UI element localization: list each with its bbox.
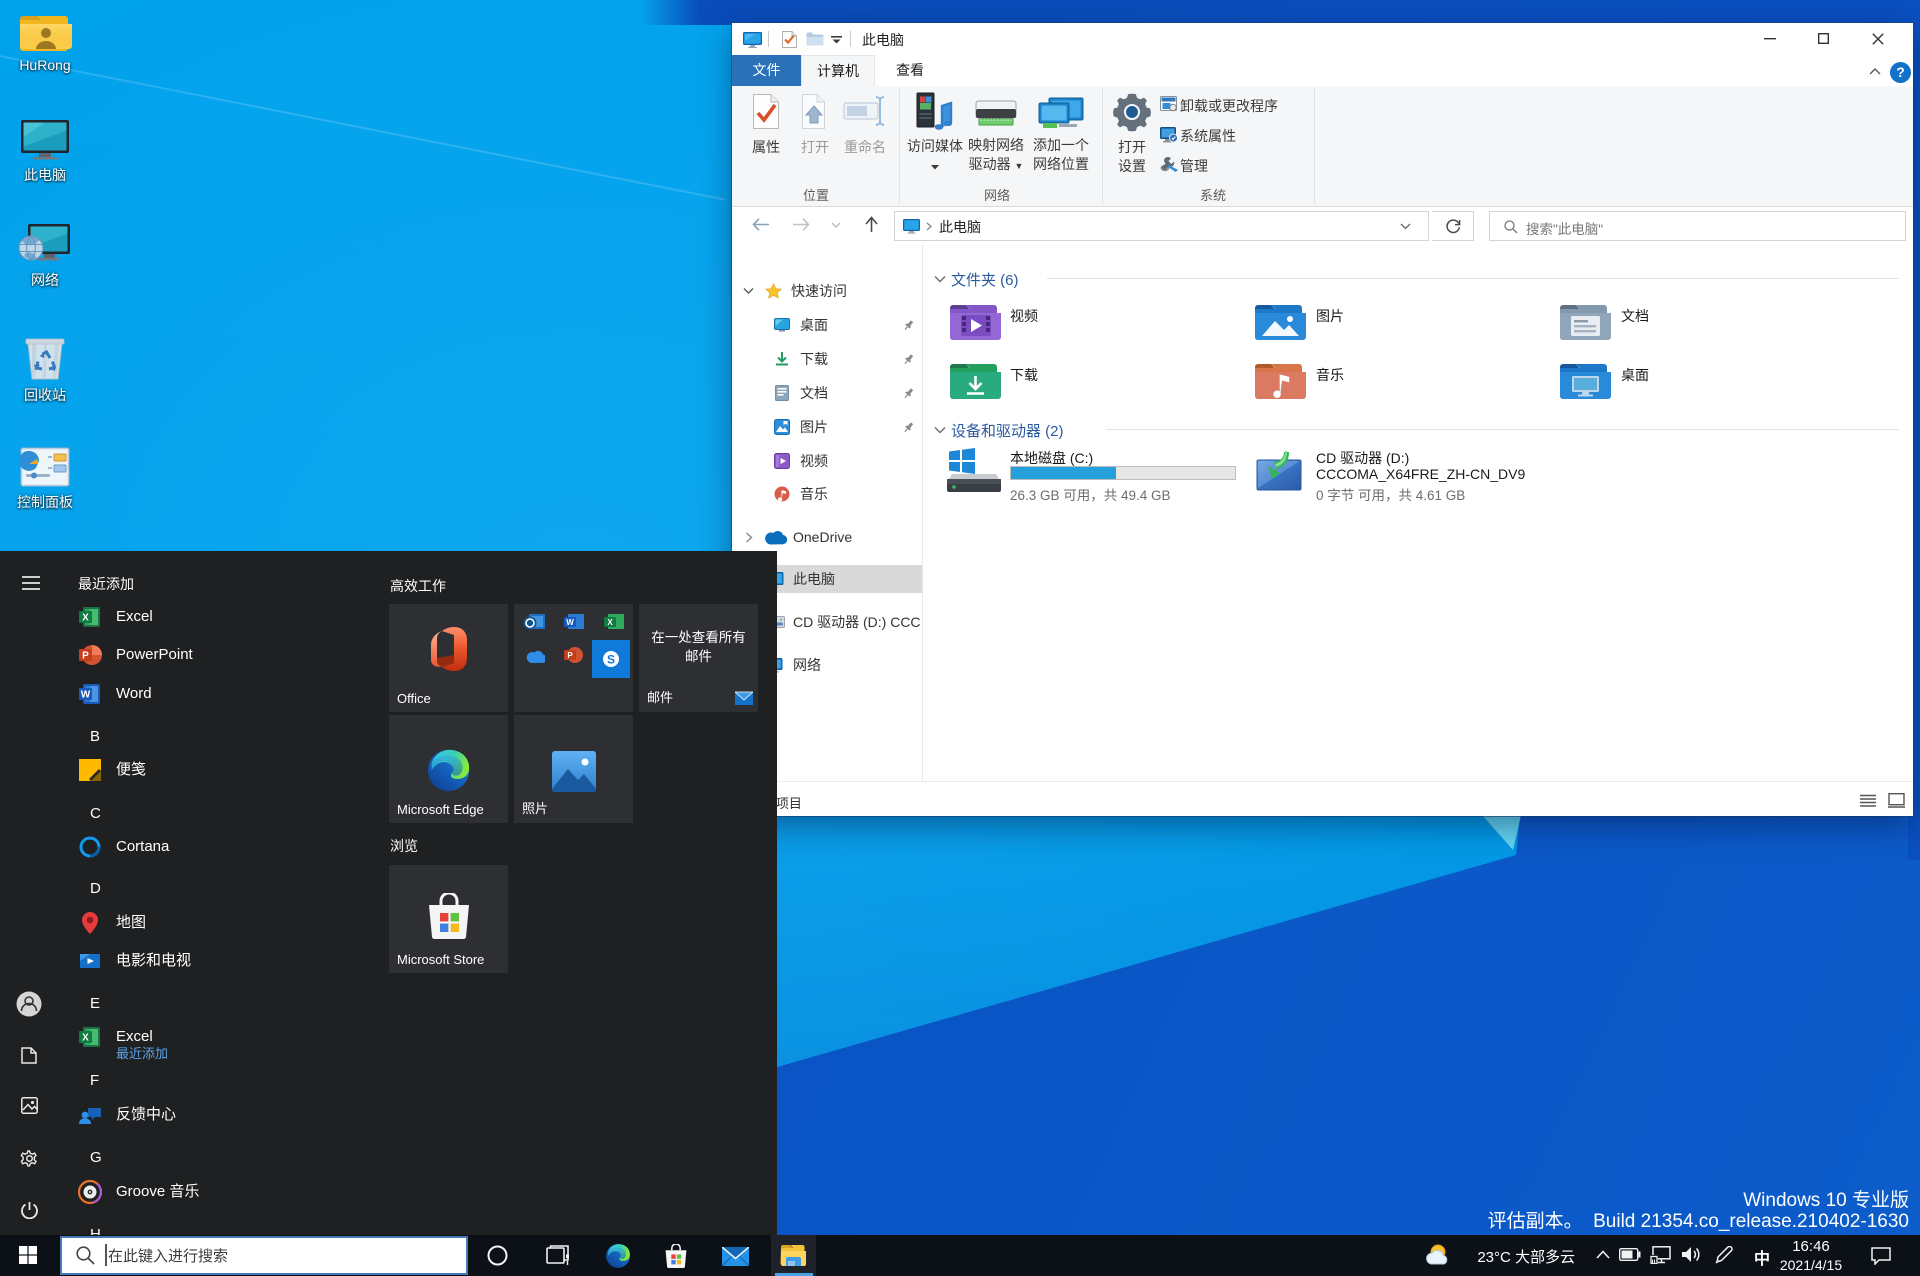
svg-text:S: S [607,653,615,667]
svg-text:X: X [82,613,89,624]
svg-text:P: P [82,651,89,662]
svg-text:W: W [566,618,574,627]
svg-text:X: X [82,1033,89,1044]
svg-text:X: X [607,618,613,627]
svg-text:P: P [567,651,573,660]
svg-text:W: W [81,690,91,701]
